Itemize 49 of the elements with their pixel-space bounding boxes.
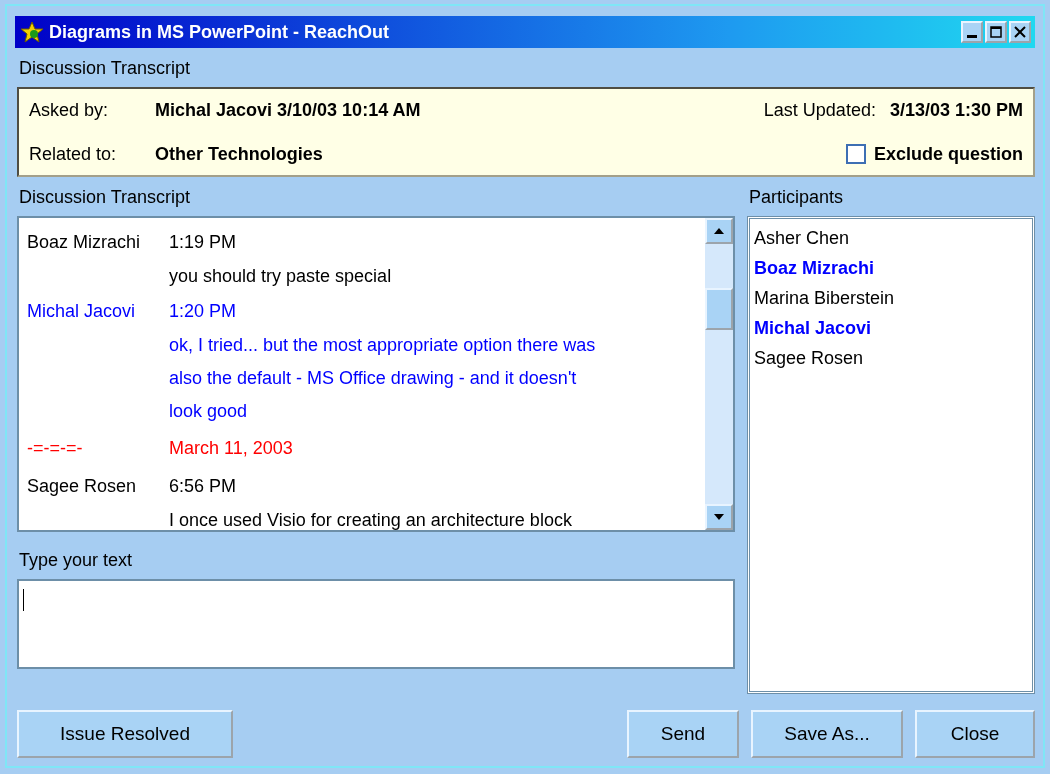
up-arrow-icon — [713, 227, 725, 235]
field-label: Related to: — [29, 143, 118, 165]
field-value: Other Technologies — [155, 143, 323, 165]
field-value: 3/13/03 1:30 PM — [889, 99, 1023, 121]
scroll-down-button[interactable] — [705, 504, 733, 530]
message-time: 1:19 PM — [169, 231, 238, 254]
section-label: Discussion Transcript — [18, 57, 192, 80]
minimize-button[interactable] — [961, 21, 983, 43]
message-text: ok, I tried... but the most appropriate option there was — [169, 334, 596, 357]
section-label: Discussion Transcript — [18, 186, 192, 209]
author-name: Michal Jacovi — [27, 300, 137, 323]
star-figure-icon — [19, 21, 45, 43]
message-text: also the default - MS Office drawing - and it doesn't — [169, 367, 578, 390]
save-as-button[interactable]: Save As... — [751, 710, 903, 758]
participant-name[interactable]: Asher Chen — [754, 223, 1028, 253]
checkbox[interactable] — [845, 144, 866, 164]
send-button[interactable]: Send — [627, 710, 739, 758]
close-button[interactable]: Close — [915, 710, 1035, 758]
author-name: Boaz Mizrachi — [27, 231, 142, 254]
close-button[interactable] — [1009, 21, 1031, 43]
message-input-field[interactable] — [17, 579, 735, 669]
date-separator: -=-=-=- — [27, 437, 84, 460]
maximize-icon — [990, 26, 1002, 38]
message-time: 6:56 PM — [169, 475, 238, 498]
participant-name[interactable]: Michal Jacovi — [754, 313, 1028, 343]
participant-name[interactable]: Marina Biberstein — [754, 283, 1028, 313]
message-text: I once used Visio for creating an architecture block — [169, 509, 572, 532]
scrollbar[interactable] — [705, 218, 733, 530]
down-arrow-icon — [713, 513, 725, 521]
section-label: Participants — [748, 186, 845, 209]
date-text: March 11, 2003 — [169, 437, 293, 460]
minimize-icon — [967, 34, 977, 38]
close-icon — [1014, 26, 1026, 38]
field-value: Michal Jacovi 3/10/03 10:14 AM — [155, 99, 421, 121]
author-name: Sagee Rosen — [27, 475, 138, 498]
message-text: you should try paste special — [169, 265, 392, 288]
field-label: Asked by: — [29, 99, 110, 121]
section-label: Type your text — [18, 549, 134, 572]
participant-name[interactable]: Sagee Rosen — [754, 343, 1028, 373]
field-label: Last Updated: — [763, 99, 876, 121]
message-text: look good — [169, 400, 249, 423]
scroll-thumb[interactable] — [705, 288, 733, 330]
maximize-button[interactable] — [985, 21, 1007, 43]
issue-resolved-button[interactable]: Issue Resolved — [17, 710, 233, 758]
message-time: 1:20 PM — [169, 300, 238, 323]
scroll-up-button[interactable] — [705, 218, 733, 244]
window-title: Diagrams in MS PowerPoint - ReachOut — [49, 21, 390, 43]
checkbox-label: Exclude question — [873, 143, 1023, 165]
participant-name[interactable]: Boaz Mizrachi — [754, 253, 1028, 283]
